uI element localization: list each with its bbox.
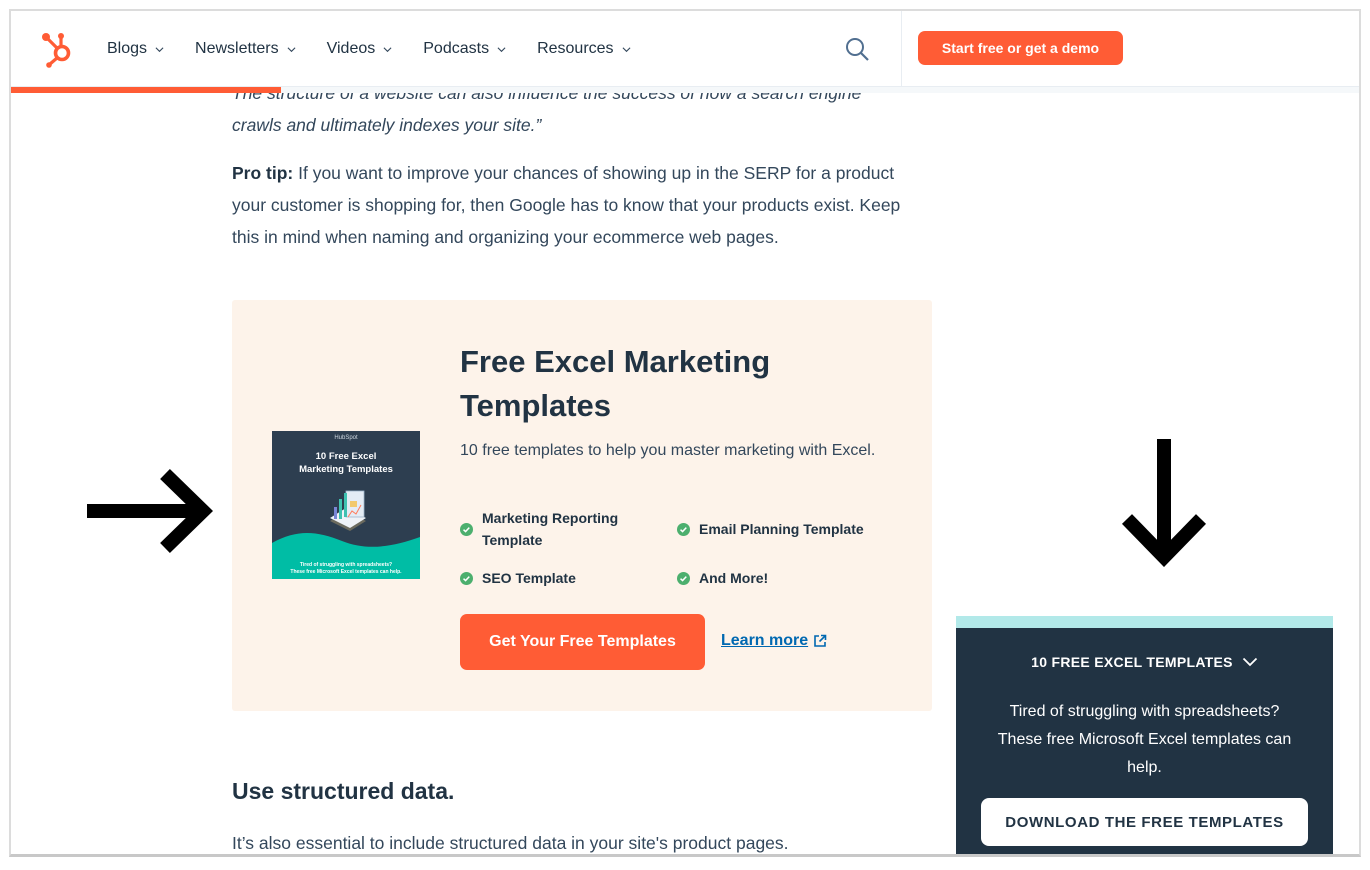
download-templates-button[interactable]: DOWNLOAD THE FREE TEMPLATES [981,798,1308,846]
window-bottom-edge [11,856,1359,857]
site-header: Blogs Newsletters Videos Podcasts Resour… [11,11,1359,87]
get-free-templates-button[interactable]: Get Your Free Templates [460,614,705,670]
chevron-down-icon [622,46,631,52]
browser-viewport: Blogs Newsletters Videos Podcasts Resour… [9,9,1361,857]
nav-label: Newsletters [195,40,279,57]
ebook-cover-image[interactable]: HubSpot 10 Free Excel Marketing Template… [272,431,420,579]
start-free-demo-button[interactable]: Start free or get a demo [918,31,1123,65]
cover-title: 10 Free Excel Marketing Templates [272,450,420,476]
feature-label: SEO Template [482,570,576,586]
chevron-down-icon [287,46,296,52]
arrow-down-icon [1121,439,1207,567]
check-circle-icon [460,522,473,536]
cover-footer-line: Tired of struggling with spreadsheets? [299,562,393,568]
pro-tip-paragraph: Pro tip: If you want to improve your cha… [232,157,922,253]
nav-videos[interactable]: Videos [327,40,393,58]
cta-description: 10 free templates to help you master mar… [460,442,876,459]
nav-label: Videos [326,40,376,57]
chevron-down-icon [1242,657,1257,667]
sidebar-accent-bar [956,616,1333,628]
learn-more-link[interactable]: Learn more [721,632,827,650]
cta-title: Free Excel Marketing Templates [460,344,771,423]
nav-label: Resources [537,40,614,57]
nav-label: Blogs [107,40,148,57]
feature-item: Marketing Reporting Template [460,507,650,551]
sidebar-cta-description: Tired of struggling with spreadsheets? T… [997,703,1292,776]
check-circle-icon [677,522,690,536]
sidebar-cta-title: 10 FREE EXCEL TEMPLATES [1031,654,1233,670]
nav-resources[interactable]: Resources [537,40,631,58]
cover-footer: Tired of struggling with spreadsheets? T… [272,562,420,576]
nav-label: Podcasts [423,40,490,57]
excel-templates-cta: HubSpot 10 Free Excel Marketing Template… [232,300,932,711]
feature-label: And More! [699,570,769,586]
cover-brand: HubSpot [334,435,358,441]
chevron-down-icon [155,46,164,52]
sidebar-templates-cta: 10 FREE EXCEL TEMPLATES Tired of struggl… [956,616,1333,854]
check-circle-icon [460,571,473,585]
pro-tip-label: Pro tip: [232,163,294,183]
cover-footer-line: These free Microsoft Excel templates can… [290,569,402,575]
chevron-down-icon [383,46,392,52]
search-icon[interactable] [843,35,871,63]
nav-newsletters[interactable]: Newsletters [195,40,296,58]
sidebar-cta-title-toggle[interactable]: 10 FREE EXCEL TEMPLATES [956,654,1333,670]
section-paragraph: It’s also essential to include structure… [232,833,789,853]
section-heading: Use structured data. [232,778,455,804]
quote-line: crawls and ultimately indexes your site.… [232,115,542,135]
feature-item: SEO Template [460,567,576,589]
reading-progress-bar [11,87,281,93]
nav-blogs[interactable]: Blogs [107,40,164,58]
feature-item: And More! [677,567,768,589]
cover-title-line: 10 Free Excel [315,451,377,462]
chevron-down-icon [497,46,506,52]
cover-title-line: Marketing Templates [299,464,393,475]
chart-illustration-icon [330,490,366,531]
feature-label: Email Planning Template [699,521,864,537]
feature-item: Email Planning Template [677,518,864,540]
main-nav: Blogs Newsletters Videos Podcasts Resour… [107,11,662,87]
nav-podcasts[interactable]: Podcasts [423,40,506,58]
learn-more-label: Learn more [721,632,809,649]
external-link-icon [814,634,827,647]
feature-label: Marketing Reporting Template [482,510,619,548]
check-circle-icon [677,571,690,585]
arrow-right-icon [87,468,213,554]
hubspot-logo-icon[interactable] [37,29,77,69]
header-divider [901,11,902,87]
pro-tip-text: If you want to improve your chances of s… [232,163,901,247]
